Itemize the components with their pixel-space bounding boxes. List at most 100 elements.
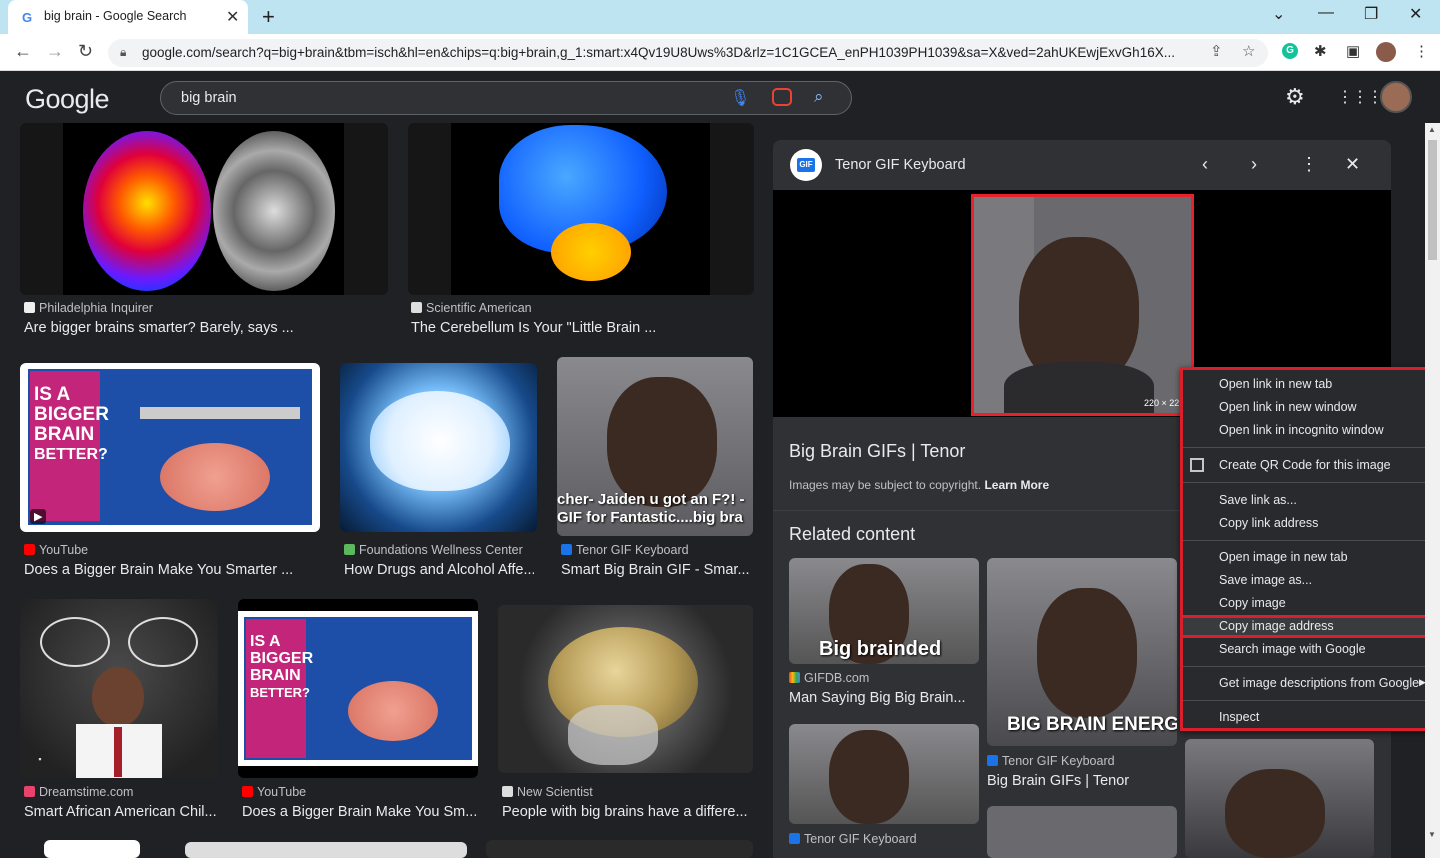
scroll-up-icon[interactable]: ▲ xyxy=(1428,125,1436,134)
extensions-puzzle-icon[interactable]: ✱ xyxy=(1314,42,1327,60)
related-thumbnail[interactable] xyxy=(789,724,979,824)
minimize-icon[interactable]: — xyxy=(1318,4,1334,22)
side-panel-icon[interactable]: ▣ xyxy=(1346,42,1360,60)
related-caption: Big brainded xyxy=(819,638,942,660)
result-thumbnail-electric-brain[interactable] xyxy=(340,363,537,532)
related-title[interactable]: Big Brain GIFs | Tenor xyxy=(987,773,1175,789)
menu-separator xyxy=(1183,447,1431,448)
menu-search-image-google[interactable]: Search image with Google xyxy=(1219,642,1366,656)
result-title[interactable]: Smart Big Brain GIF - Smar... xyxy=(561,562,751,578)
result-thumbnail-partial[interactable] xyxy=(486,840,753,858)
bookmark-star-icon[interactable]: ☆ xyxy=(1242,42,1255,60)
related-source[interactable]: Tenor GIF Keyboard xyxy=(987,754,1115,768)
result-source[interactable]: New Scientist xyxy=(502,785,593,799)
grammarly-extension-icon[interactable]: G xyxy=(1282,43,1298,59)
next-chevron-icon[interactable]: › xyxy=(1251,154,1257,175)
related-content-heading: Related content xyxy=(789,524,916,544)
is-a-bigger-brain-better-text: IS A BIGGER BRAIN BETTER? xyxy=(34,384,109,464)
window-close-icon[interactable]: ✕ xyxy=(1409,4,1422,24)
share-icon[interactable]: ⇪ xyxy=(1210,42,1223,60)
result-source[interactable]: Foundations Wellness Center xyxy=(344,543,523,557)
qr-code-icon xyxy=(1190,458,1204,472)
close-panel-icon[interactable]: ✕ xyxy=(1345,154,1360,175)
menu-copy-image[interactable]: Copy image xyxy=(1219,596,1286,610)
result-title[interactable]: Are bigger brains smarter? Barely, says … xyxy=(24,320,384,336)
profile-avatar[interactable] xyxy=(1376,42,1396,62)
restore-icon[interactable]: ❐ xyxy=(1364,4,1378,24)
tenor-caption: cher- Jaiden u got an F?! - GIF for Fant… xyxy=(557,491,745,526)
result-title[interactable]: Smart African American Chil... xyxy=(24,804,216,820)
chrome-menu-icon[interactable]: ⋮ xyxy=(1414,42,1429,60)
menu-open-image-new-tab[interactable]: Open image in new tab xyxy=(1219,550,1348,564)
result-title[interactable]: How Drugs and Alcohol Affe... xyxy=(344,562,534,578)
related-thumbnail[interactable] xyxy=(987,806,1177,858)
related-source[interactable]: GIFDB.com xyxy=(789,671,869,685)
menu-get-image-descriptions[interactable]: Get image descriptions from Google xyxy=(1219,676,1419,690)
lock-icon[interactable]: 🔒︎ xyxy=(120,45,126,60)
result-title[interactable]: The Cerebellum Is Your "Little Brain ... xyxy=(411,320,751,336)
menu-open-link-new-tab[interactable]: Open link in new tab xyxy=(1219,377,1332,391)
google-lens-icon[interactable] xyxy=(772,88,792,106)
settings-gear-icon[interactable]: ⚙ xyxy=(1285,84,1305,110)
related-thumbnail[interactable] xyxy=(1185,739,1374,858)
google-apps-icon[interactable]: ⋮⋮⋮ xyxy=(1337,87,1383,107)
related-thumbnail[interactable]: BIG BRAIN ENERGI xyxy=(987,558,1177,746)
scroll-down-icon[interactable]: ▼ xyxy=(1428,830,1436,839)
tab-search-chevron-icon[interactable]: ⌄ xyxy=(1272,4,1285,24)
result-thumbnail-partial[interactable] xyxy=(44,840,140,858)
google-logo[interactable]: Google xyxy=(25,84,110,115)
scrollbar-thumb[interactable] xyxy=(1428,140,1437,260)
result-thumbnail-bigger-brain-2[interactable]: IS A BIGGER BRAIN BETTER? xyxy=(238,599,478,778)
related-source[interactable]: Tenor GIF Keyboard xyxy=(789,832,917,846)
image-dimensions: 220 × 22 xyxy=(1144,398,1180,408)
related-title[interactable]: Man Saying Big Big Brain... xyxy=(789,690,977,706)
more-options-icon[interactable]: ⋮ xyxy=(1300,154,1318,175)
url-text[interactable]: google.com/search?q=big+brain&tbm=isch&h… xyxy=(142,45,1202,60)
result-thumbnail-partial[interactable] xyxy=(185,842,467,858)
menu-save-image-as[interactable]: Save image as... xyxy=(1219,573,1312,587)
related-caption: BIG BRAIN ENERGI xyxy=(1007,714,1177,735)
result-source[interactable]: Tenor GIF Keyboard xyxy=(561,543,689,557)
search-icon[interactable]: ⌕ xyxy=(814,87,824,107)
preview-image[interactable] xyxy=(971,194,1194,416)
menu-inspect[interactable]: Inspect xyxy=(1219,710,1259,724)
search-input[interactable]: big brain xyxy=(181,90,237,106)
result-thumbnail-cerebellum[interactable] xyxy=(408,123,754,295)
panel-source-name[interactable]: Tenor GIF Keyboard xyxy=(835,157,966,173)
result-source[interactable]: YouTube xyxy=(24,543,88,557)
menu-open-link-incognito[interactable]: Open link in incognito window xyxy=(1219,423,1384,437)
result-source[interactable]: YouTube xyxy=(242,785,306,799)
is-a-bigger-brain-better-text: IS A BIGGER BRAIN BETTER? xyxy=(250,633,314,700)
tab-close-icon[interactable]: ✕ xyxy=(226,7,239,27)
related-thumbnail[interactable]: Big brainded xyxy=(789,558,979,664)
menu-create-qr-code[interactable]: Create QR Code for this image xyxy=(1219,458,1391,472)
menu-copy-image-address[interactable]: Copy image address xyxy=(1219,619,1334,633)
menu-copy-link-address[interactable]: Copy link address xyxy=(1219,516,1318,530)
result-thumbnail-skull-brain[interactable] xyxy=(498,605,753,773)
google-account-avatar[interactable] xyxy=(1380,81,1412,113)
result-title[interactable]: Does a Bigger Brain Make You Sm... xyxy=(242,804,476,820)
tenor-gif-icon: GIF xyxy=(797,158,815,172)
menu-open-link-new-window[interactable]: Open link in new window xyxy=(1219,400,1357,414)
result-title[interactable]: Does a Bigger Brain Make You Smarter ... xyxy=(24,562,320,578)
back-icon[interactable]: ← xyxy=(14,41,32,62)
tab-title: big brain - Google Search xyxy=(44,9,187,23)
reload-icon[interactable]: ↻ xyxy=(78,41,93,62)
forward-icon[interactable]: → xyxy=(46,41,64,62)
result-source[interactable]: Philadelphia Inquirer xyxy=(24,301,153,315)
result-thumbnail-bigger-brain[interactable]: IS A BIGGER BRAIN BETTER? ▶ xyxy=(20,363,320,532)
panel-title[interactable]: Big Brain GIFs | Tenor xyxy=(789,441,965,462)
menu-separator xyxy=(1183,482,1431,483)
microphone-icon[interactable]: 🎙︎ xyxy=(730,88,750,108)
learn-more-link[interactable]: Learn More xyxy=(984,478,1049,492)
result-source[interactable]: Dreamstime.com xyxy=(24,785,133,799)
result-title[interactable]: People with big brains have a differe... xyxy=(502,804,752,820)
result-thumbnail-child-brains[interactable]: ▪ xyxy=(20,599,218,778)
result-source[interactable]: Scientific American xyxy=(411,301,532,315)
result-thumbnail-tenor-gif[interactable]: cher- Jaiden u got an F?! - GIF for Fant… xyxy=(557,357,753,536)
previous-chevron-icon[interactable]: ‹ xyxy=(1202,154,1208,175)
result-thumbnail-brain-scan[interactable] xyxy=(20,123,388,295)
menu-save-link-as[interactable]: Save link as... xyxy=(1219,493,1297,507)
menu-separator xyxy=(1183,666,1431,667)
new-tab-icon[interactable]: + xyxy=(262,4,275,30)
